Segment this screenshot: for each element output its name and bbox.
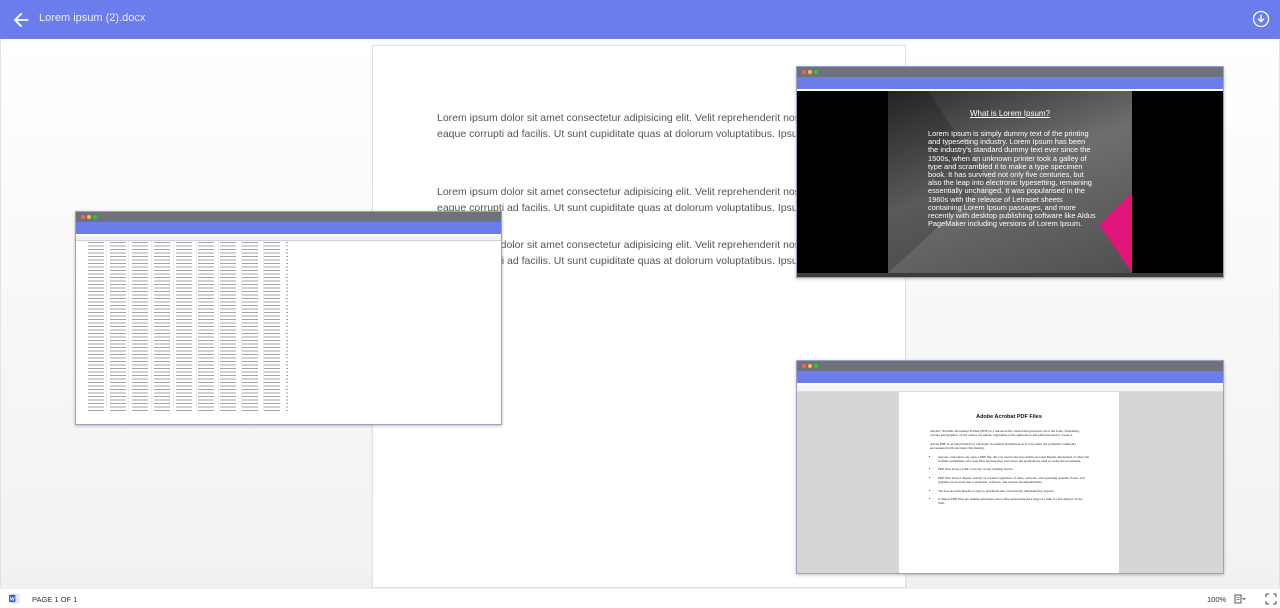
- spreadsheet-preview-window[interactable]: [75, 211, 502, 425]
- download-icon[interactable]: [1252, 10, 1270, 28]
- close-dot: [81, 215, 85, 219]
- spreadsheet-grid: [76, 236, 501, 424]
- minimize-dot: [87, 215, 91, 219]
- pdf-bullet-list: Anyone, anywhere can open a PDF file. Al…: [938, 455, 1090, 506]
- slide-controls: [797, 273, 1223, 277]
- window-header: [797, 371, 1223, 383]
- slide: What is Lorem Ipsum? Lorem Ipsum is simp…: [888, 91, 1132, 273]
- pdf-page: Adobe Acrobat PDF Files Adobe® Portable …: [899, 392, 1119, 573]
- pdf-body: Adobe® Portable Document Format (PDF) is…: [930, 429, 1090, 510]
- minimize-dot: [808, 70, 812, 74]
- minimize-dot: [808, 364, 812, 368]
- pdf-toolbar: [797, 385, 1223, 392]
- pdf-preview-window[interactable]: Adobe Acrobat PDF Files Adobe® Portable …: [796, 360, 1224, 574]
- close-dot: [802, 364, 806, 368]
- presentation-preview-window[interactable]: What is Lorem Ipsum? Lorem Ipsum is simp…: [796, 66, 1224, 278]
- page-count: PAGE 1 OF 1: [32, 595, 78, 604]
- maximize-dot: [93, 215, 97, 219]
- pdf-bullet: PDF files always display exactly as crea…: [938, 476, 1090, 485]
- app-header: Lorem ipsum (2).docx: [0, 0, 1280, 39]
- pdf-heading: Adobe Acrobat PDF Files: [976, 414, 1042, 420]
- maximize-dot: [814, 364, 818, 368]
- word-file-icon: [9, 593, 20, 604]
- pdf-bullet: PDF files always print correctly on any …: [938, 467, 1090, 471]
- pdf-stage: Adobe Acrobat PDF Files Adobe® Portable …: [797, 392, 1223, 573]
- zoom-options-icon[interactable]: [1234, 593, 1246, 605]
- pdf-paragraph: Adobe PDF is an ideal format for electro…: [930, 441, 1077, 451]
- maximize-dot: [814, 70, 818, 74]
- back-arrow-icon[interactable]: [10, 9, 32, 31]
- pdf-bullet: Anyone, anywhere can open a PDF file. Al…: [938, 455, 1090, 464]
- status-bar: PAGE 1 OF 1 100%: [0, 588, 1280, 608]
- slide-heading: What is Lorem Ipsum?: [969, 109, 1051, 118]
- window-header: [76, 222, 501, 234]
- pdf-paragraph: Adobe® Portable Document Format (PDF) is…: [930, 429, 1080, 438]
- pdf-bullet: The free Acrobat Reader is easy to downl…: [938, 489, 1090, 493]
- zoom-level[interactable]: 100%: [1207, 595, 1226, 604]
- pdf-bullet: Compact PDF files are smaller than their…: [938, 497, 1090, 506]
- slide-body: Lorem Ipsum is simply dummy text of the …: [928, 129, 1096, 229]
- window-header: [797, 77, 1223, 89]
- document-title: Lorem ipsum (2).docx: [39, 12, 146, 24]
- fullscreen-icon[interactable]: [1265, 593, 1277, 605]
- close-dot: [802, 70, 806, 74]
- slide-stage: What is Lorem Ipsum? Lorem Ipsum is simp…: [797, 91, 1223, 273]
